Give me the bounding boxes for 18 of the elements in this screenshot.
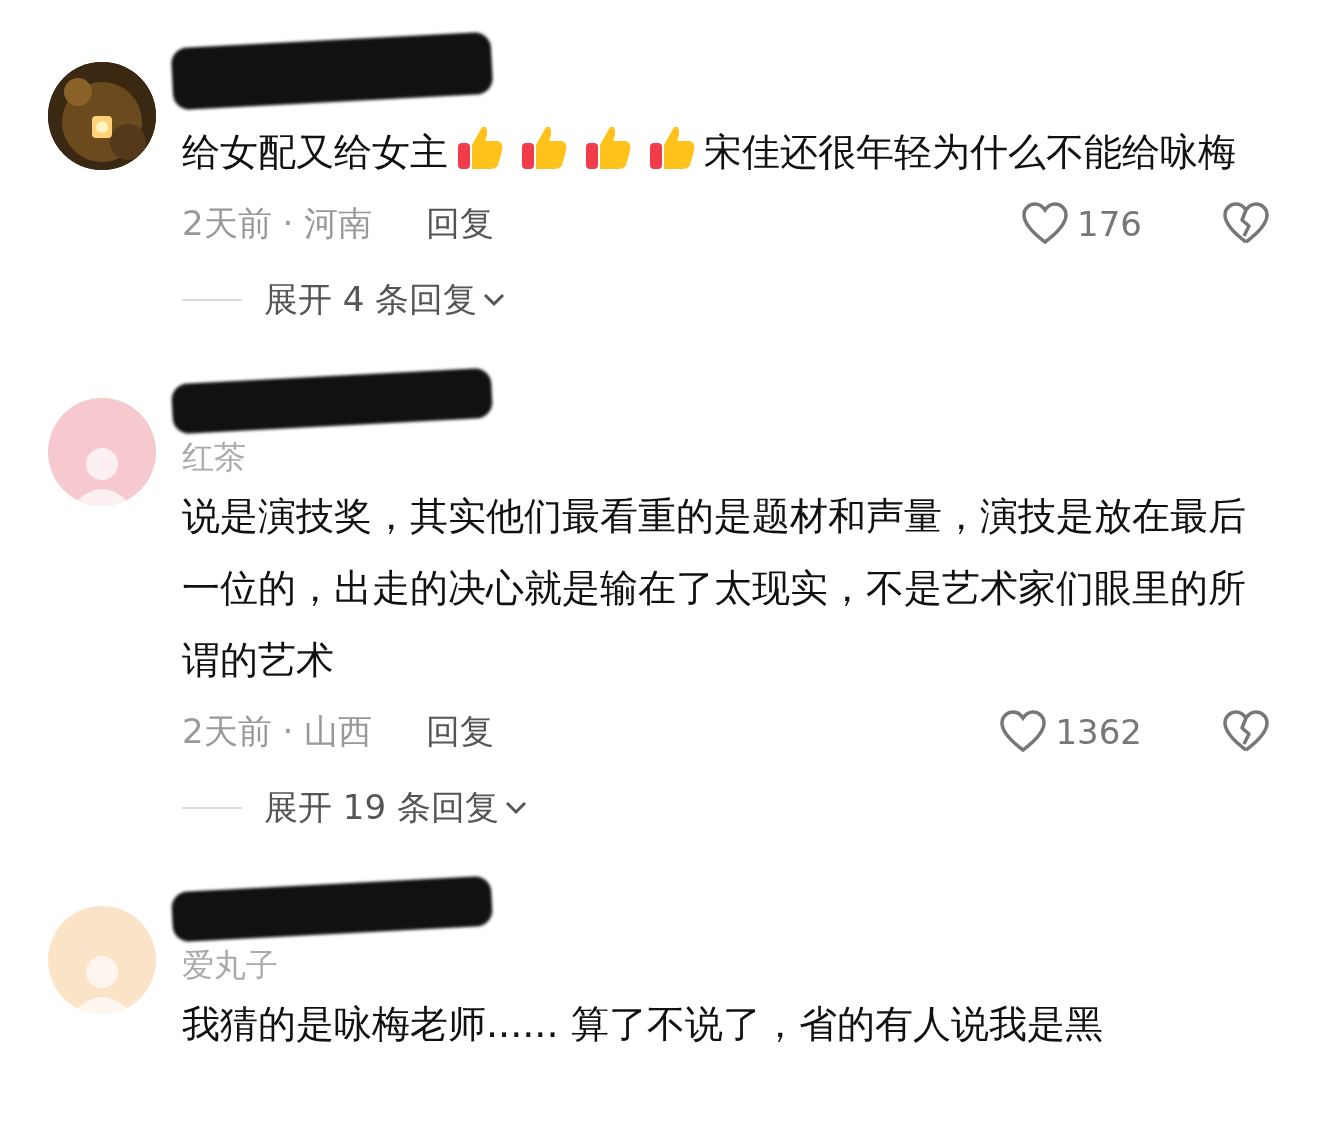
heart-icon[interactable] — [999, 710, 1048, 754]
like-count: 176 — [1077, 204, 1142, 244]
comment-meta: 2天前 · 河南 — [182, 202, 373, 245]
comment-text: 我猜的是咏梅老师...... 算了不说了，省的有人说我是黑 — [182, 1002, 1103, 1046]
like-count: 1362 — [1055, 712, 1142, 752]
expand-replies-button[interactable]: 展开 4 条回复 — [264, 277, 506, 323]
heart-icon[interactable] — [1021, 202, 1070, 246]
broken-heart-icon[interactable] — [1222, 710, 1270, 754]
comment-text: 宋佳还很年轻为什么不能给咏梅 — [704, 130, 1236, 174]
expand-replies-button[interactable]: 展开 19 条回复 — [264, 785, 527, 831]
reply-link[interactable]: 回复 — [426, 201, 495, 247]
reply-link[interactable]: 回复 — [426, 709, 495, 755]
broken-heart-icon[interactable] — [1222, 202, 1270, 246]
comment-text: 给女配又给女主 — [182, 130, 448, 174]
comment-text: 说是演技奖，其实他们最看重的是题材和声量，演技是放在最后一位的，出走的决心就是输在了太现实，不是艺术家们眼里的所谓的艺术 — [182, 494, 1246, 682]
chevron-down-icon — [483, 293, 506, 307]
comment-meta: 2天前 · 山西 — [182, 710, 373, 753]
chevron-down-icon — [504, 801, 527, 815]
